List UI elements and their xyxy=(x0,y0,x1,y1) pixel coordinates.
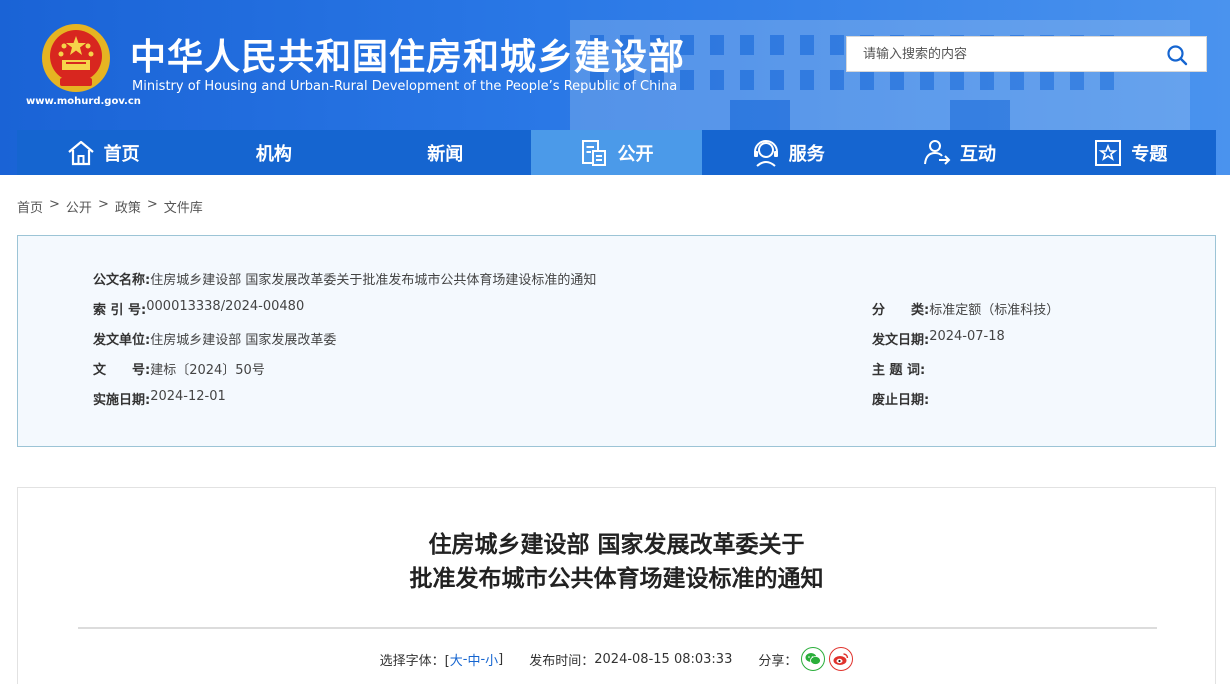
weibo-icon xyxy=(833,653,849,665)
article-title: 住房城乡建设部 国家发展改革委关于 批准发布城市公共体育场建设标准的通知 xyxy=(18,528,1215,596)
service-icon xyxy=(753,139,778,167)
nav-item-interact[interactable]: 互动 xyxy=(873,130,1044,175)
info-label: 废止日期: xyxy=(872,393,930,408)
nav-item-topics[interactable]: 专题 xyxy=(1045,130,1216,175)
info-row-expire: 废止日期: xyxy=(872,389,929,408)
star-icon xyxy=(1095,139,1122,166)
article-title-line: 住房城乡建设部 国家发展改革委关于 xyxy=(428,532,805,558)
breadcrumb-sep: > xyxy=(97,197,109,212)
info-value: 标准定额（标准科技） xyxy=(929,303,1060,318)
site-title-cn: 中华人民共和国住房和城乡建设部 xyxy=(130,37,686,78)
breadcrumb: 首页 > 公开 > 政策 > 文件库 xyxy=(17,197,203,216)
nav-label: 服务 xyxy=(788,143,825,165)
main-nav: 首页 机构 新闻 公开 服务 互动 专题 xyxy=(17,130,1216,175)
info-row-effective: 实施日期: 2024-12-01 xyxy=(93,389,226,408)
info-row-issuer: 发文单位: 住房城乡建设部 国家发展改革委 xyxy=(93,329,336,348)
breadcrumb-policy[interactable]: 政策 xyxy=(115,197,141,216)
nav-item-public[interactable]: 公开 xyxy=(530,130,703,175)
publish-time-label: 发布时间： xyxy=(529,653,595,669)
share-label: 分享： xyxy=(758,653,798,669)
breadcrumb-sep: > xyxy=(49,197,60,212)
info-value: 2024-07-18 xyxy=(929,329,1005,344)
info-value: 2024-12-01 xyxy=(150,389,226,404)
breadcrumb-public[interactable]: 公开 xyxy=(66,197,92,216)
article-container: 住房城乡建设部 国家发展改革委关于 批准发布城市公共体育场建设标准的通知 选择字… xyxy=(17,487,1216,684)
info-value: 000013338/2024-00480 xyxy=(146,299,305,314)
info-row-date: 发文日期: 2024-07-18 xyxy=(872,329,1005,348)
wechat-share-icon[interactable] xyxy=(801,647,826,671)
search-box xyxy=(846,36,1207,72)
nav-item-organization[interactable]: 机构 xyxy=(188,130,359,175)
article-meta: 选择字体：[ 大 - 中 - 小 ] 发布时间： 2024-08-15 08:0… xyxy=(18,647,1215,671)
publish-time: 2024-08-15 08:03:33 xyxy=(594,651,733,667)
info-row-category: 分 类: 标准定额（标准科技） xyxy=(872,299,1059,318)
info-row-index: 索 引 号: 000013338/2024-00480 xyxy=(93,299,304,318)
font-size-close: ] xyxy=(498,651,504,667)
home-icon xyxy=(67,140,94,165)
article-title-line: 批准发布城市公共体育场建设标准的通知 xyxy=(409,566,824,592)
document-icon xyxy=(582,139,607,166)
national-emblem-icon xyxy=(42,24,110,92)
nav-label: 首页 xyxy=(103,143,140,165)
info-label: 发文日期: xyxy=(872,333,930,348)
info-value: 建标〔2024〕50号 xyxy=(150,363,265,378)
weibo-share-icon[interactable] xyxy=(829,647,854,671)
breadcrumb-home[interactable]: 首页 xyxy=(17,197,43,216)
wechat-icon xyxy=(805,653,822,665)
font-size-small-link[interactable]: 小 xyxy=(485,650,498,669)
info-value: 住房城乡建设部 国家发展改革委关于批准发布城市公共体育场建设标准的通知 xyxy=(150,273,597,288)
search-icon[interactable] xyxy=(1166,44,1188,66)
nav-label: 专题 xyxy=(1131,143,1168,165)
info-label: 发文单位: xyxy=(93,333,151,348)
nav-label: 公开 xyxy=(617,143,654,165)
nav-label: 新闻 xyxy=(427,143,464,165)
nav-item-service[interactable]: 服务 xyxy=(702,130,873,175)
nav-label: 互动 xyxy=(960,143,997,165)
info-row-keywords: 主 题 词: xyxy=(872,359,925,378)
font-size-label: 选择字体：[ xyxy=(379,653,450,669)
breadcrumb-library[interactable]: 文件库 xyxy=(164,197,203,216)
info-label: 索 引 号: xyxy=(93,303,147,318)
search-input[interactable] xyxy=(847,37,1157,71)
title-divider xyxy=(78,627,1157,629)
info-label: 主 题 词: xyxy=(872,363,926,378)
site-title-en: Ministry of Housing and Urban-Rural Deve… xyxy=(132,79,678,94)
nav-label: 机构 xyxy=(255,143,292,165)
nav-item-news[interactable]: 新闻 xyxy=(360,130,531,175)
info-label: 实施日期: xyxy=(93,393,151,408)
document-info-panel: 公文名称: 住房城乡建设部 国家发展改革委关于批准发布城市公共体育场建设标准的通… xyxy=(17,235,1216,447)
info-label: 文 号: xyxy=(93,363,151,378)
site-url: www.mohurd.gov.cn xyxy=(26,96,141,107)
breadcrumb-sep: > xyxy=(146,197,158,212)
info-label: 公文名称: xyxy=(93,273,151,288)
info-label: 分 类: xyxy=(872,303,930,318)
interact-icon xyxy=(924,139,951,165)
font-size-medium-link[interactable]: 中 xyxy=(467,650,480,669)
nav-item-home[interactable]: 首页 xyxy=(17,130,188,175)
info-row-name: 公文名称: 住房城乡建设部 国家发展改革委关于批准发布城市公共体育场建设标准的通… xyxy=(93,269,596,288)
info-row-docno: 文 号: 建标〔2024〕50号 xyxy=(93,359,265,378)
font-size-large-link[interactable]: 大 xyxy=(450,650,463,669)
info-value: 住房城乡建设部 国家发展改革委 xyxy=(150,333,337,348)
